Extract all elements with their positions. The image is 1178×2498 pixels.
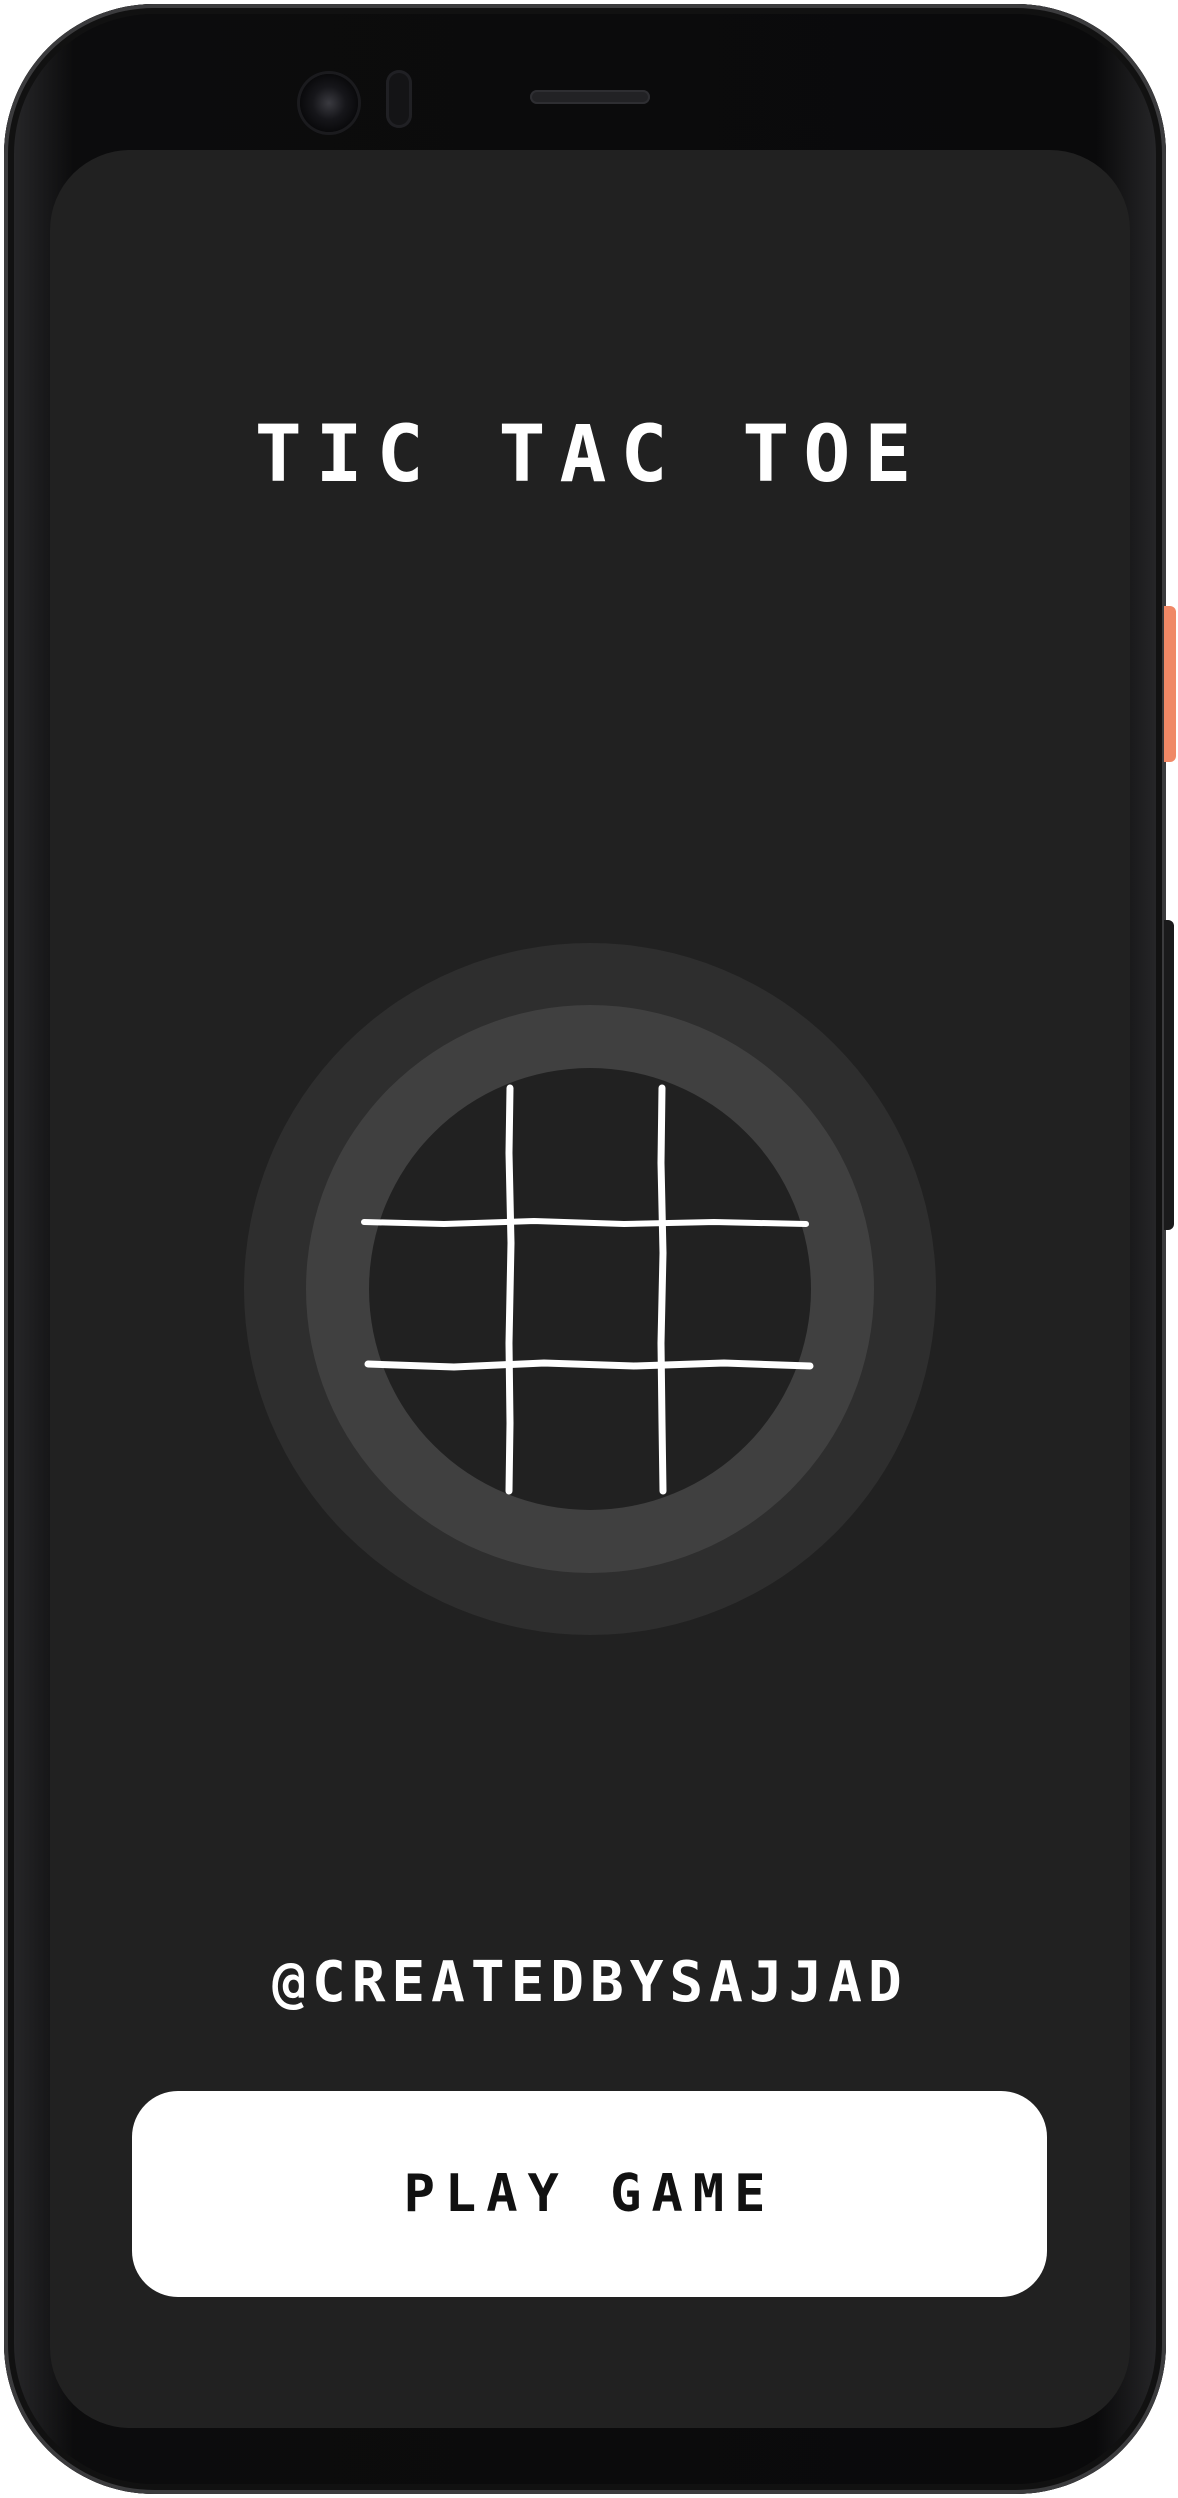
tic-tac-toe-grid-icon — [361, 1084, 814, 1495]
volume-rocker — [1164, 920, 1174, 1230]
earpiece-speaker — [530, 90, 650, 104]
play-game-button[interactable]: PLAY GAME — [132, 2091, 1047, 2297]
proximity-sensor-icon — [386, 70, 412, 128]
app-screen: TIC TAC TOE @CREATEDBYSAJJAD PLAY GAME — [50, 150, 1130, 2428]
tic-tac-toe-logo — [244, 943, 936, 1635]
phone-frame: TIC TAC TOE @CREATEDBYSAJJAD PLAY GAME — [4, 4, 1166, 2494]
power-button — [1164, 606, 1176, 762]
front-camera-icon — [300, 74, 358, 132]
app-title: TIC TAC TOE — [254, 410, 926, 500]
creator-credit: @CREATEDBYSAJJAD — [272, 1950, 908, 2015]
